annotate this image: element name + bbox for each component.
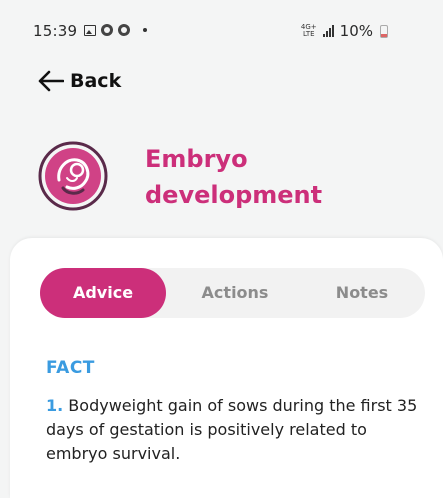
tab-actions[interactable]: Actions (180, 268, 290, 318)
image-notification-icon (84, 24, 96, 36)
status-time: 15:39 (33, 22, 78, 40)
status-right: 4G+ LTE 10% (301, 22, 388, 40)
page-title: Embryo development (145, 141, 405, 213)
section-heading: FACT (46, 358, 95, 378)
back-label: Back (70, 70, 122, 92)
fact-paragraph: 1. Bodyweight gain of sows during the fi… (46, 394, 426, 466)
network-type-bottom: LTE (302, 30, 315, 38)
battery-percent: 10% (339, 22, 373, 40)
back-button[interactable]: Back (38, 70, 121, 92)
fact-body: Bodyweight gain of sows during the first… (46, 396, 418, 463)
page-title-line2: development (145, 181, 323, 209)
tab-notes[interactable]: Notes (302, 268, 422, 318)
battery-icon (380, 24, 388, 38)
page-title-line1: Embryo (145, 145, 248, 173)
status-bar: 15:39 4G+ LTE 10% (0, 0, 443, 60)
fact-number: 1. (46, 396, 64, 415)
network-type-icon: 4G+ LTE (301, 24, 317, 38)
app-notification-icon-2 (118, 24, 130, 36)
app-notification-icon (101, 24, 113, 36)
notification-icons (84, 24, 147, 36)
more-notifications-dot-icon (143, 28, 147, 32)
signal-strength-icon (322, 25, 334, 37)
arrow-left-icon (38, 70, 64, 92)
tab-bar: Advice Actions Notes (40, 268, 425, 318)
content-card: Advice Actions Notes FACT 1. Bodyweight … (10, 238, 443, 498)
embryo-icon (38, 141, 108, 211)
tab-advice[interactable]: Advice (40, 268, 166, 318)
